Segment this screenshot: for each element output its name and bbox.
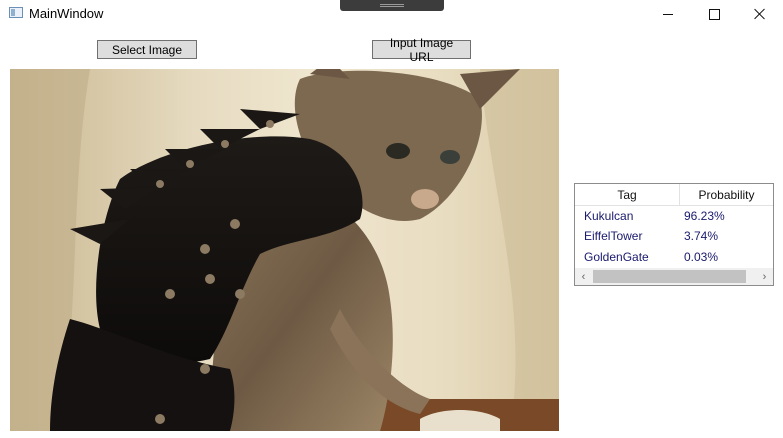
cat-armor-illustration	[10, 69, 559, 431]
title-bar[interactable]: MainWindow	[0, 0, 783, 30]
horizontal-scrollbar[interactable]: ‹ ›	[575, 268, 773, 285]
select-image-button[interactable]: Select Image	[97, 40, 197, 59]
close-button[interactable]	[737, 0, 783, 28]
grid-header: Tag Probability	[575, 184, 773, 206]
minimize-button[interactable]	[645, 0, 691, 28]
window-title: MainWindow	[29, 6, 104, 21]
chevron-left-icon[interactable]: ‹	[575, 268, 592, 285]
close-icon	[754, 8, 766, 20]
cell-probability: 96.23%	[684, 209, 725, 223]
scrollbar-thumb[interactable]	[593, 270, 746, 283]
column-header-tag[interactable]: Tag	[575, 184, 680, 205]
maximize-icon	[708, 8, 720, 20]
column-header-probability[interactable]: Probability	[680, 184, 773, 205]
table-row[interactable]: GoldenGate 0.03%	[575, 247, 773, 268]
selected-image	[10, 69, 559, 431]
maximize-button[interactable]	[691, 0, 737, 28]
drag-grip[interactable]	[340, 0, 444, 11]
table-row[interactable]: EiffelTower 3.74%	[575, 226, 773, 247]
cell-tag: GoldenGate	[584, 250, 649, 264]
minimize-icon	[663, 13, 673, 15]
chevron-right-icon[interactable]: ›	[756, 268, 773, 285]
cell-tag: Kukulcan	[584, 209, 634, 223]
cell-tag: EiffelTower	[584, 229, 643, 243]
table-row[interactable]: Kukulcan 96.23%	[575, 206, 773, 227]
cell-probability: 0.03%	[684, 250, 719, 264]
results-grid[interactable]: Tag Probability Kukulcan 96.23% EiffelTo…	[574, 183, 774, 286]
window-app-icon	[9, 7, 23, 18]
cell-probability: 3.74%	[684, 229, 719, 243]
input-image-url-button[interactable]: Input Image URL	[372, 36, 471, 64]
